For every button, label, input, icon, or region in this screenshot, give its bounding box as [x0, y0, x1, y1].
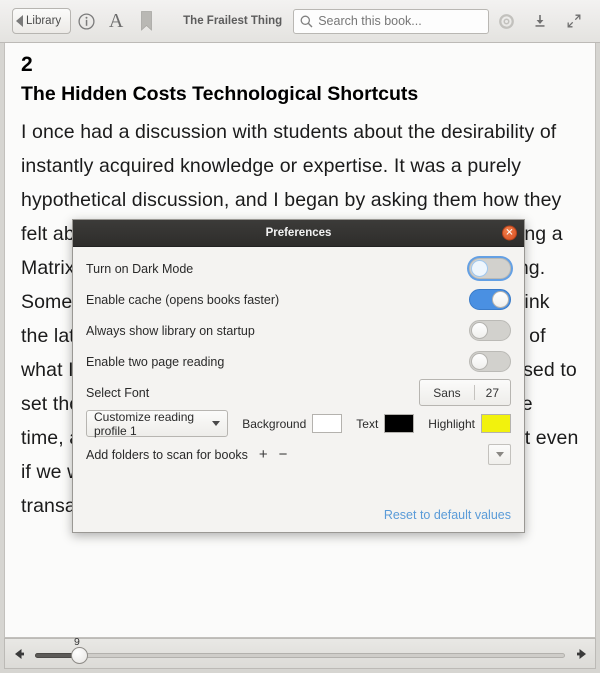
pref-row-two-page: Enable two page reading — [86, 346, 511, 377]
text-color-group: Text — [356, 414, 415, 433]
toggle-knob — [471, 353, 488, 370]
folders-dropdown-button[interactable] — [488, 444, 511, 465]
dialog-body: Turn on Dark Mode Enable cache (opens bo… — [73, 247, 524, 532]
search-input[interactable]: Search this book... — [293, 8, 490, 34]
cache-label: Enable cache (opens books faster) — [86, 292, 280, 307]
reading-profile-label: Customize reading profile 1 — [94, 409, 195, 438]
search-placeholder: Search this book... — [318, 14, 422, 28]
gear-icon[interactable] — [489, 7, 523, 35]
back-arrow-icon — [16, 15, 23, 27]
book-title: The Frailest Thing — [183, 15, 283, 27]
arrow-left-icon[interactable] — [5, 648, 31, 660]
page-slider[interactable]: 9 — [35, 636, 565, 669]
chapter-title: The Hidden Costs Technological Shortcuts — [21, 83, 419, 106]
text-color-label: Text — [356, 416, 379, 431]
font-size-value: 27 — [485, 385, 499, 400]
library-back-label: Library — [26, 15, 62, 27]
slider-track — [35, 653, 565, 658]
pref-row-library-startup: Always show library on startup — [86, 315, 511, 346]
library-startup-toggle[interactable] — [469, 320, 511, 341]
close-icon[interactable]: ✕ — [502, 225, 517, 241]
chevron-down-icon — [212, 421, 221, 426]
two-page-label: Enable two page reading — [86, 354, 225, 369]
remove-folder-button[interactable]: − — [279, 447, 288, 462]
dialog-titlebar[interactable]: Preferences ✕ — [73, 220, 524, 247]
background-color-label: Background — [242, 416, 307, 431]
font-select-button[interactable]: Sans 27 — [419, 379, 511, 406]
info-icon[interactable] — [71, 7, 101, 35]
slider-thumb[interactable] — [71, 647, 88, 664]
reset-row: Reset to default values — [86, 506, 511, 522]
fullscreen-icon[interactable] — [557, 7, 591, 35]
toggle-knob — [471, 322, 488, 339]
background-color-group: Background — [242, 414, 343, 433]
page-position-bar: 9 — [4, 636, 596, 669]
font-name-value: Sans — [433, 385, 461, 400]
dark-mode-label: Turn on Dark Mode — [86, 261, 194, 276]
arrow-right-icon[interactable] — [569, 648, 595, 660]
highlight-color-group: Highlight — [428, 414, 511, 433]
highlight-color-label: Highlight — [428, 416, 475, 431]
background-color-swatch[interactable] — [312, 414, 343, 433]
text-color-swatch[interactable] — [384, 414, 415, 433]
toggle-knob — [471, 260, 488, 277]
cache-toggle[interactable] — [469, 289, 511, 310]
pref-row-folders: Add folders to scan for books + − — [86, 439, 511, 470]
close-icon[interactable] — [591, 7, 600, 35]
dark-mode-toggle[interactable] — [469, 258, 511, 279]
preferences-dialog: Preferences ✕ Turn on Dark Mode Enable c… — [72, 219, 525, 533]
two-page-toggle[interactable] — [469, 351, 511, 372]
pref-row-reading-profile: Customize reading profile 1 Background T… — [86, 408, 511, 439]
bookmark-icon[interactable] — [131, 7, 161, 35]
font-A-glyph: A — [108, 10, 124, 32]
folders-list[interactable] — [86, 470, 511, 506]
reset-defaults-link[interactable]: Reset to default values — [384, 508, 511, 522]
library-startup-label: Always show library on startup — [86, 323, 255, 338]
pref-row-select-font: Select Font Sans 27 — [86, 377, 511, 408]
add-folder-button[interactable]: + — [259, 447, 268, 462]
ebook-reader-window: Library A The Frailest Thing Search this… — [0, 0, 600, 673]
select-font-label: Select Font — [86, 385, 150, 400]
toolbar-left-group: Library A The Frailest Thing Search this… — [0, 7, 490, 35]
toolbar-right-group — [489, 7, 600, 35]
main-toolbar: Library A The Frailest Thing Search this… — [0, 0, 600, 43]
library-back-button[interactable]: Library — [12, 8, 72, 34]
download-icon[interactable] — [523, 7, 557, 35]
chapter-number: 2 — [21, 53, 33, 76]
search-icon — [300, 15, 313, 27]
reading-profile-dropdown[interactable]: Customize reading profile 1 — [86, 409, 229, 438]
toggle-knob — [492, 291, 509, 308]
chevron-down-icon — [495, 452, 504, 457]
dialog-title: Preferences — [265, 227, 332, 239]
highlight-color-swatch[interactable] — [481, 414, 511, 433]
pref-row-dark-mode: Turn on Dark Mode — [86, 253, 511, 284]
font-A-icon[interactable]: A — [101, 7, 131, 35]
folders-label: Add folders to scan for books — [86, 447, 248, 462]
pref-row-cache: Enable cache (opens books faster) — [86, 284, 511, 315]
